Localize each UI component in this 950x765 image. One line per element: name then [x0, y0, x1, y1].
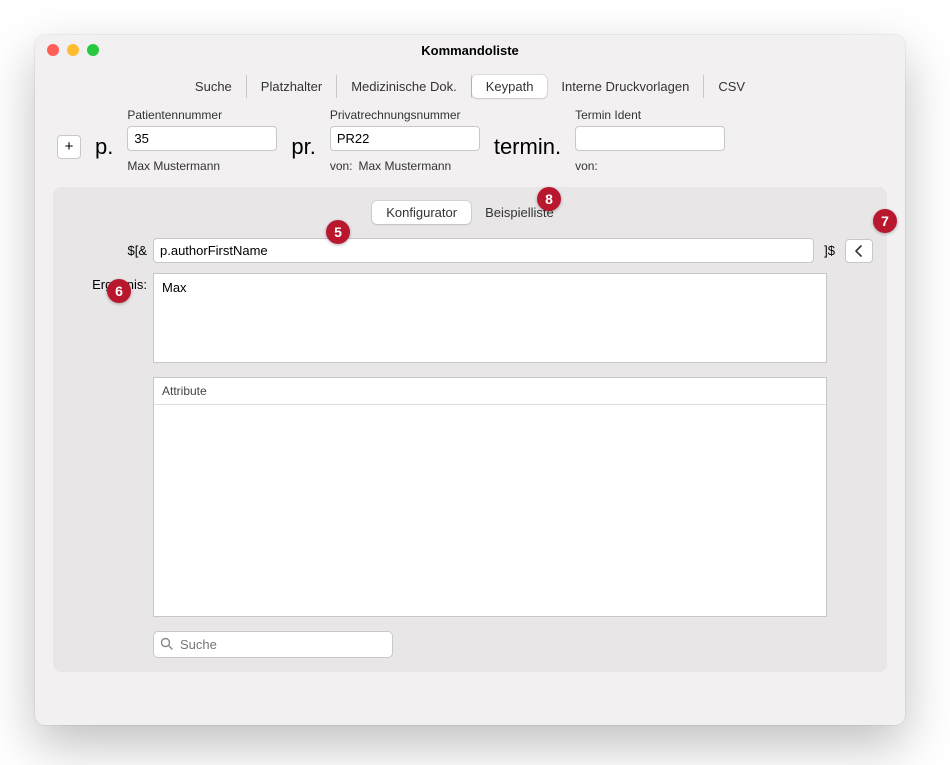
tab-medizinische-dok[interactable]: Medizinische Dok.	[337, 75, 472, 98]
patient-label: Patientennummer	[127, 108, 277, 122]
callout-8: 8	[537, 187, 561, 211]
patient-name: Max Mustermann	[127, 159, 277, 173]
pr-below-label: von:	[330, 159, 353, 173]
termin-below-label: von:	[575, 159, 598, 173]
tab-suche[interactable]: Suche	[181, 75, 247, 98]
callout-7: 7	[873, 209, 897, 233]
termin-ident-input[interactable]	[575, 126, 725, 151]
tab-interne-druckvorlagen[interactable]: Interne Druckvorlagen	[547, 75, 704, 98]
patient-col: Patientennummer Max Mustermann	[127, 108, 277, 173]
form-row: + p. Patientennummer Max Mustermann pr. …	[35, 98, 905, 173]
search-wrap	[153, 631, 393, 658]
tab-keypath[interactable]: Keypath	[472, 75, 548, 98]
keypath-row: $[& ]$	[67, 238, 873, 263]
attribute-search-input[interactable]	[153, 631, 393, 658]
subtab-konfigurator[interactable]: Konfigurator	[372, 201, 471, 224]
termin-below: von:	[575, 159, 725, 173]
window-title: Kommandoliste	[35, 43, 905, 58]
pr-prefix: pr.	[285, 134, 321, 160]
keypath-back-button[interactable]	[845, 239, 873, 263]
patient-number-input[interactable]	[127, 126, 277, 151]
termin-col: Termin Ident von:	[575, 108, 725, 173]
keypath-suffix-label: ]$	[820, 243, 839, 258]
result-box: Max	[153, 273, 827, 363]
attribute-panel: Attribute	[153, 377, 827, 617]
pr-below-value: Max Mustermann	[359, 159, 452, 173]
pr-below: von: Max Mustermann	[330, 159, 480, 173]
tab-csv[interactable]: CSV	[704, 75, 759, 98]
termin-prefix: termin.	[488, 134, 567, 160]
pr-number-input[interactable]	[330, 126, 480, 151]
main-tabs: Suche Platzhalter Medizinische Dok. Keyp…	[35, 75, 905, 98]
window: Kommandoliste Suche Platzhalter Medizini…	[35, 35, 905, 725]
callout-5: 5	[326, 220, 350, 244]
result-row: Ergebnis: Max	[67, 273, 873, 363]
titlebar: Kommandoliste	[35, 35, 905, 65]
chevron-left-icon	[854, 245, 864, 257]
keypath-input[interactable]	[153, 238, 814, 263]
patient-prefix: p.	[89, 134, 119, 160]
termin-label: Termin Ident	[575, 108, 725, 122]
attribute-header: Attribute	[154, 378, 826, 405]
callout-6: 6	[107, 279, 131, 303]
keypath-prefix-label: $[&	[67, 243, 147, 258]
tab-platzhalter[interactable]: Platzhalter	[247, 75, 337, 98]
sub-tabs: Konfigurator Beispielliste	[67, 201, 873, 224]
content-area: Konfigurator Beispielliste $[& ]$ Ergebn…	[53, 187, 887, 672]
add-button[interactable]: +	[57, 135, 81, 159]
pr-col: Privatrechnungsnummer von: Max Musterman…	[330, 108, 480, 173]
pr-label: Privatrechnungsnummer	[330, 108, 480, 122]
